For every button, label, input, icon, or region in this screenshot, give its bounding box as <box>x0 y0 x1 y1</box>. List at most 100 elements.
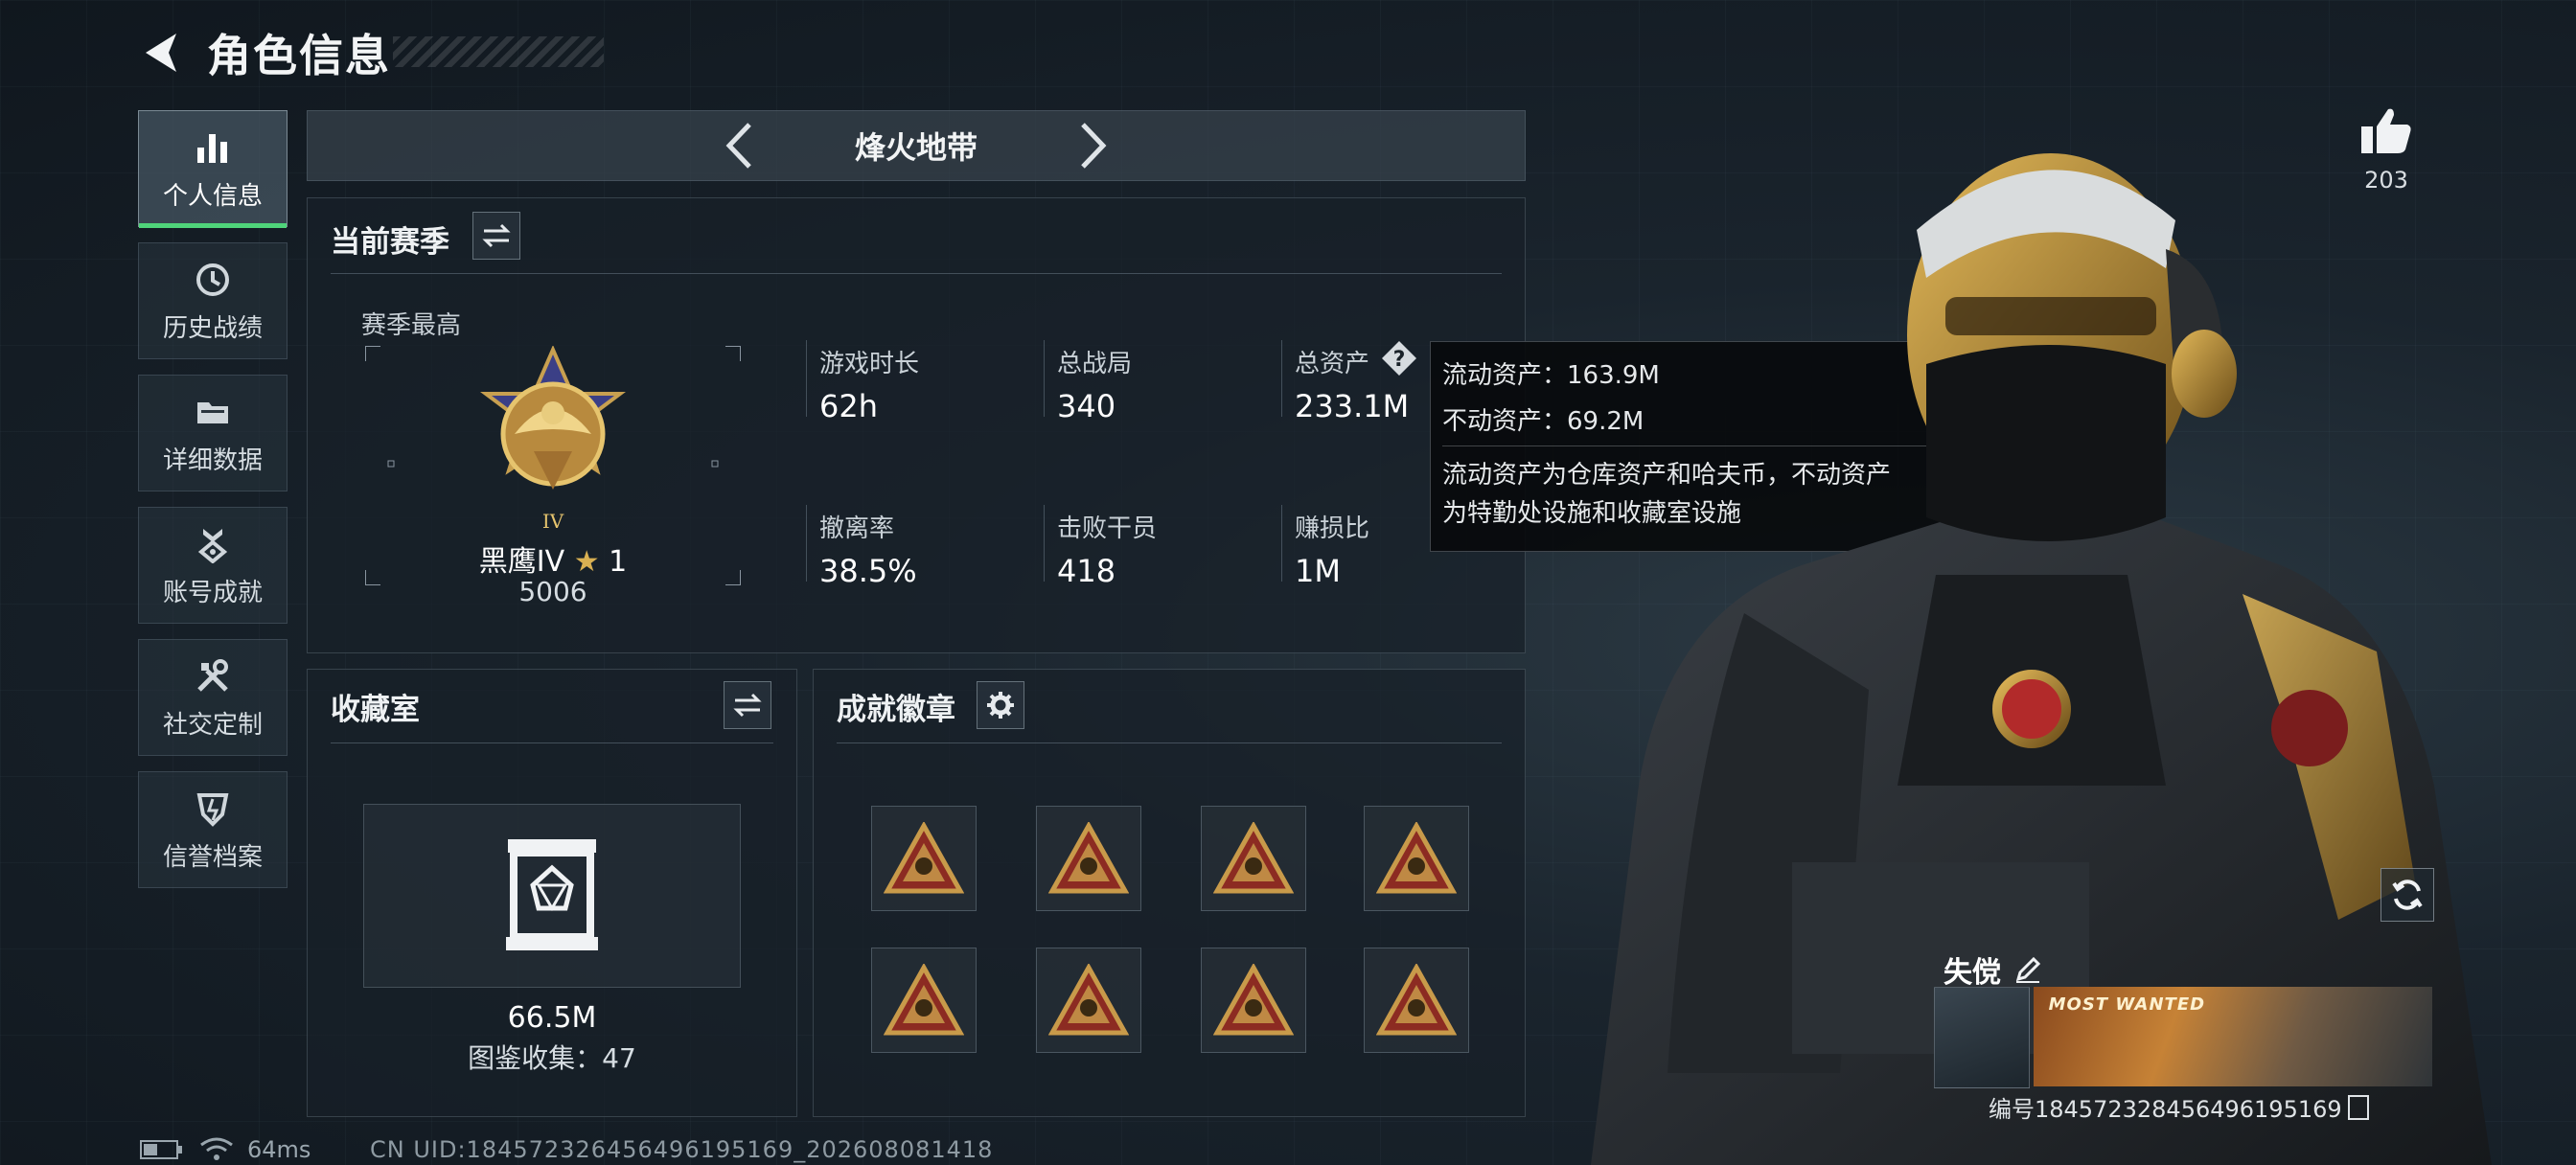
divider <box>1281 505 1282 582</box>
badge-58-icon <box>1213 964 1294 1036</box>
rank-stars: 1 <box>609 545 628 579</box>
sidebar-item-detail-data[interactable]: 详细数据 <box>138 375 288 491</box>
rank-emblem-icon: IV <box>480 346 626 533</box>
achievement-badge[interactable] <box>1036 948 1141 1053</box>
badge-56-icon <box>884 964 964 1036</box>
stat-label-profit-ratio: 赚损比 <box>1295 514 1370 543</box>
divider <box>806 340 807 417</box>
edit-nickname-button[interactable] <box>2014 956 2041 983</box>
current-season-title: 当前赛季 <box>331 225 449 260</box>
achievement-icon <box>192 523 234 565</box>
collection-panel: 收藏室 66.5M 图鉴收集：47 <box>307 669 797 1117</box>
thumbs-up-icon <box>2361 108 2411 153</box>
stat-label-playtime: 游戏时长 <box>819 350 920 378</box>
page-title: 角色信息 <box>207 30 391 81</box>
achievement-badge[interactable] <box>1201 948 1306 1053</box>
stat-label-extract-rate: 撤离率 <box>819 514 895 543</box>
svg-text:?: ? <box>1393 348 1406 372</box>
sidebar-item-personal-info[interactable]: 个人信息 <box>138 110 288 228</box>
map-next-button[interactable] <box>1060 112 1127 179</box>
bar-chart-icon <box>192 126 234 169</box>
stat-value-total-matches: 340 <box>1057 388 1116 424</box>
nickname: 失傥 <box>1944 956 2001 990</box>
like-button[interactable] <box>2358 105 2415 159</box>
divider <box>806 505 807 582</box>
rank-name: 黑鹰IV <box>478 545 565 579</box>
sidebar-item-label: 个人信息 <box>162 181 263 211</box>
stat-value-playtime: 62h <box>819 388 878 424</box>
achievement-badge[interactable] <box>871 948 977 1053</box>
badge-55-icon <box>1213 822 1294 894</box>
map-selector: 烽火地带 <box>307 110 1526 181</box>
sidebar-item-label: 信誉档案 <box>162 842 263 872</box>
chevron-left-icon <box>725 123 751 169</box>
rank-frame: IV 黑鹰IV ★ 1 5006 <box>365 346 741 607</box>
season-best-label: 赛季最高 <box>361 311 462 340</box>
sidebar-item-social[interactable]: 社交定制 <box>138 639 288 756</box>
stat-label-total-assets: 总资产 <box>1295 350 1370 378</box>
help-icon[interactable]: ? <box>1381 340 1417 377</box>
swap-icon <box>733 693 762 718</box>
achievement-badge[interactable] <box>1036 806 1141 911</box>
divider <box>331 742 773 743</box>
chevron-right-icon <box>1081 123 1107 169</box>
sidebar: 个人信息 历史战绩 详细数据 账号成就 社交定制 信誉档案 <box>138 110 288 903</box>
badge-59-icon <box>1376 964 1457 1036</box>
display-case-icon <box>506 839 598 950</box>
achievement-badge[interactable] <box>871 806 977 911</box>
back-button[interactable] <box>134 26 188 80</box>
battery-icon <box>140 1140 182 1159</box>
collection-preview[interactable] <box>363 804 741 988</box>
collection-count: 图鉴收集：47 <box>468 1042 636 1074</box>
sidebar-item-achievements[interactable]: 账号成就 <box>138 507 288 624</box>
stat-label-kills: 击败干员 <box>1057 514 1158 543</box>
sidebar-item-label: 详细数据 <box>162 445 263 475</box>
stat-value-extract-rate: 38.5% <box>819 553 917 589</box>
badge-57-icon <box>1048 964 1129 1036</box>
rank-score: 5006 <box>518 576 587 607</box>
divider <box>1044 340 1045 417</box>
achievements-settings-button[interactable] <box>977 681 1024 729</box>
badge-eagle-icon <box>1376 822 1457 894</box>
map-prev-button[interactable] <box>705 112 772 179</box>
collection-value: 66.5M <box>507 1001 597 1035</box>
like-area: 203 <box>2358 105 2415 194</box>
badge-bottle-icon <box>1048 822 1129 894</box>
achievements-panel: 成就徽章 <box>813 669 1526 1117</box>
collection-title: 收藏室 <box>331 693 420 727</box>
sidebar-item-label: 账号成就 <box>162 578 263 607</box>
collection-switch-button[interactable] <box>724 681 771 729</box>
copy-id-button[interactable] <box>2347 1094 2369 1120</box>
title-decoration <box>393 36 604 67</box>
season-switch-button[interactable] <box>472 212 520 260</box>
achievement-badge[interactable] <box>1201 806 1306 911</box>
sidebar-item-label: 社交定制 <box>162 710 263 740</box>
player-id: 编号1845723284564961951​69 <box>1989 1096 2342 1123</box>
stat-value-total-assets: 233.1M <box>1295 388 1410 424</box>
sidebar-item-history[interactable]: 历史战绩 <box>138 242 288 359</box>
uid-text: CN UID:184572326456496195169_20260808141… <box>370 1136 994 1163</box>
wifi-icon <box>200 1137 233 1160</box>
current-season-panel: 当前赛季 赛季最高 IV 黑鹰IV ★ 1 5006 游戏时长 62h 总战局 … <box>307 197 1526 653</box>
ping-value: 64ms <box>247 1136 311 1163</box>
achievements-title: 成就徽章 <box>837 693 955 727</box>
player-id-row: 编号1845723284564961951​69 <box>1989 1090 2369 1124</box>
swap-icon <box>482 223 511 248</box>
rank-name-row: 黑鹰IV ★ 1 <box>365 537 741 580</box>
page-header: 角色信息 <box>134 21 391 84</box>
status-bar: 64ms <box>140 1136 310 1163</box>
refresh-button[interactable] <box>2380 868 2434 922</box>
like-count: 203 <box>2364 167 2408 194</box>
achievement-badge[interactable] <box>1364 948 1469 1053</box>
pencil-icon <box>2015 956 2041 983</box>
most-wanted-banner: MOST WANTED <box>2033 987 2432 1086</box>
credit-icon <box>192 788 234 830</box>
refresh-icon <box>2392 879 2423 910</box>
profile-banner-area[interactable]: MOST WANTED <box>1934 987 2432 1088</box>
history-icon <box>192 259 234 301</box>
sidebar-item-credit[interactable]: 信誉档案 <box>138 771 288 888</box>
folder-icon <box>192 391 234 433</box>
achievement-badge[interactable] <box>1364 806 1469 911</box>
star-icon: ★ <box>573 545 600 579</box>
stat-value-profit-ratio: 1M <box>1295 553 1341 589</box>
